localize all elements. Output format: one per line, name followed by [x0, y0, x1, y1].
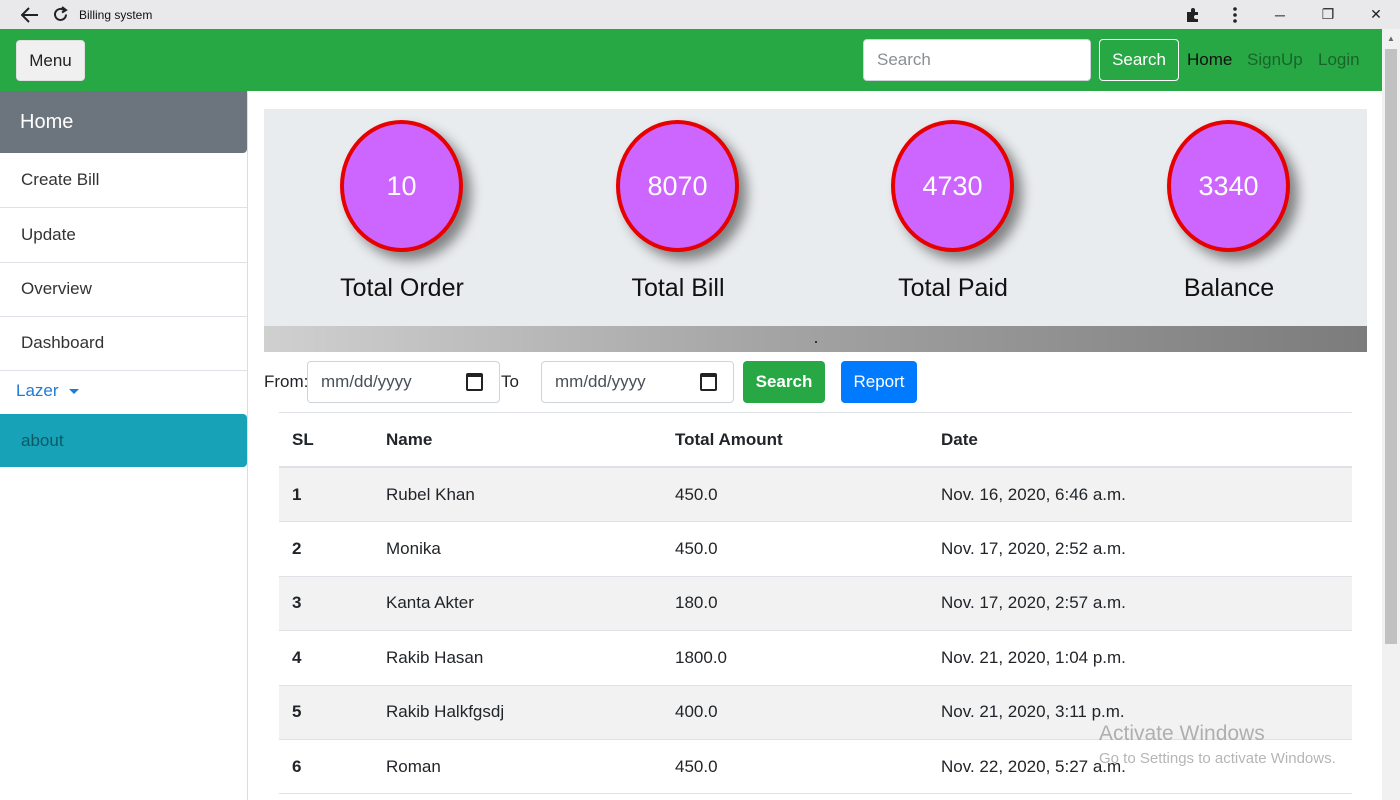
- table-row: 3 Kanta Akter 180.0 Nov. 17, 2020, 2:57 …: [279, 576, 1352, 632]
- stat-label: Total Paid: [898, 274, 1008, 302]
- minimize-button[interactable]: ─: [1256, 0, 1304, 29]
- table-row: 6 Roman 450.0 Nov. 22, 2020, 5:27 a.m.: [279, 740, 1352, 795]
- table-row: 2 Monika 450.0 Nov. 17, 2020, 2:52 a.m.: [279, 522, 1352, 577]
- cell-name: Rakib Hasan: [386, 647, 484, 667]
- cell-sl: 1: [292, 484, 302, 504]
- restore-button[interactable]: ❐: [1304, 0, 1352, 29]
- stat-label: Total Bill: [631, 274, 725, 302]
- calendar-icon[interactable]: [700, 373, 717, 391]
- reload-icon[interactable]: [46, 0, 74, 29]
- kebab-menu-icon[interactable]: [1214, 0, 1256, 29]
- sidebar: Home Create Bill Update Overview Dashboa…: [0, 91, 248, 800]
- cell-sl: 4: [292, 647, 302, 667]
- dropdown-label: Lazer: [16, 381, 59, 400]
- search-input[interactable]: [863, 39, 1091, 81]
- stat-label: Total Order: [340, 274, 464, 302]
- table-header: SL Name Total Amount Date: [279, 413, 1352, 468]
- stat-label: Balance: [1183, 274, 1275, 302]
- to-date-input[interactable]: mm/dd/yyyy: [541, 361, 734, 403]
- cell-date: Nov. 21, 2020, 3:11 p.m.: [941, 702, 1125, 722]
- sidebar-item-dashboard[interactable]: Dashboard: [0, 316, 247, 371]
- cell-sl: 3: [292, 593, 302, 613]
- cell-sl: 5: [292, 702, 302, 722]
- header-sl: SL: [292, 429, 314, 449]
- sidebar-item-create-bill[interactable]: Create Bill: [0, 153, 247, 208]
- stats-panel: 10 Total Order 8070 Total Bill 4730 Tota…: [264, 109, 1367, 326]
- puzzle-icon[interactable]: [1172, 0, 1214, 29]
- cell-amount: 1800.0: [675, 647, 727, 667]
- filter-search-button[interactable]: Search: [743, 361, 825, 403]
- activation-watermark-title: Activate Windows: [1099, 722, 1265, 745]
- search-button[interactable]: Search: [1099, 39, 1179, 81]
- stat-value: 10: [340, 120, 463, 252]
- cell-date: Nov. 21, 2020, 1:04 p.m.: [941, 647, 1126, 667]
- stat-value: 3340: [1167, 120, 1290, 252]
- sidebar-item-overview[interactable]: Overview: [0, 262, 247, 317]
- cell-name: Rubel Khan: [386, 484, 475, 504]
- sidebar-item-about[interactable]: about: [0, 414, 247, 467]
- cell-name: Roman: [386, 756, 441, 776]
- from-date-placeholder: mm/dd/yyyy: [321, 372, 412, 391]
- table-row: 1 Rubel Khan 450.0 Nov. 16, 2020, 6:46 a…: [279, 468, 1352, 523]
- cell-sl: 6: [292, 756, 302, 776]
- nav-link-home[interactable]: Home: [1187, 50, 1232, 70]
- scroll-up-icon[interactable]: ▲: [1382, 29, 1400, 47]
- cell-name: Monika: [386, 539, 441, 559]
- sidebar-item-update[interactable]: Update: [0, 208, 247, 263]
- cell-date: Nov. 17, 2020, 2:57 a.m.: [941, 593, 1126, 613]
- cell-amount: 450.0: [675, 756, 718, 776]
- top-navbar: Menu Search Home SignUp Login: [0, 29, 1382, 91]
- table-row: 4 Rakib Hasan 1800.0 Nov. 21, 2020, 1:04…: [279, 631, 1352, 686]
- header-date: Date: [941, 429, 978, 449]
- back-arrow-icon[interactable]: [16, 0, 44, 29]
- header-name: Name: [386, 429, 433, 449]
- scroll-thumb[interactable]: [1385, 49, 1397, 644]
- cell-amount: 450.0: [675, 484, 718, 504]
- divider-bar: [264, 326, 1367, 352]
- stat-total-paid: 4730 Total Paid: [815, 109, 1091, 326]
- menu-button[interactable]: Menu: [16, 40, 85, 81]
- cell-name: Rakib Halkfgsdj: [386, 702, 505, 722]
- stat-value: 8070: [616, 120, 739, 252]
- cell-sl: 2: [292, 539, 302, 559]
- nav-link-signup[interactable]: SignUp: [1247, 50, 1303, 70]
- from-date-input[interactable]: mm/dd/yyyy: [307, 361, 500, 403]
- cell-date: Nov. 16, 2020, 6:46 a.m.: [941, 484, 1126, 504]
- nav-link-login[interactable]: Login: [1318, 50, 1360, 70]
- stat-total-bill: 8070 Total Bill: [540, 109, 816, 326]
- to-label: To: [501, 372, 519, 391]
- close-button[interactable]: ✕: [1352, 0, 1400, 29]
- stat-balance: 3340 Balance: [1091, 109, 1367, 326]
- divider-dot: [815, 341, 817, 343]
- stat-total-order: 10 Total Order: [264, 109, 540, 326]
- to-date-placeholder: mm/dd/yyyy: [555, 372, 646, 391]
- stat-value: 4730: [891, 120, 1014, 252]
- report-button[interactable]: Report: [841, 361, 917, 403]
- calendar-icon[interactable]: [466, 373, 483, 391]
- activation-watermark-subtitle: Go to Settings to activate Windows.: [1099, 750, 1336, 767]
- sidebar-dropdown-lazer[interactable]: Lazer: [16, 381, 79, 401]
- cell-date: Nov. 17, 2020, 2:52 a.m.: [941, 539, 1126, 559]
- tab-title: Billing system: [79, 8, 153, 22]
- cell-amount: 400.0: [675, 702, 718, 722]
- caret-down-icon: [68, 388, 79, 394]
- sidebar-item-home[interactable]: Home: [0, 91, 247, 153]
- cell-amount: 180.0: [675, 593, 718, 613]
- cell-amount: 450.0: [675, 539, 718, 559]
- page-scrollbar[interactable]: ▲: [1382, 29, 1400, 800]
- from-label: From:: [264, 372, 309, 391]
- browser-titlebar: Billing system ─ ❐ ✕: [0, 0, 1400, 29]
- cell-name: Kanta Akter: [386, 593, 474, 613]
- header-amount: Total Amount: [675, 429, 783, 449]
